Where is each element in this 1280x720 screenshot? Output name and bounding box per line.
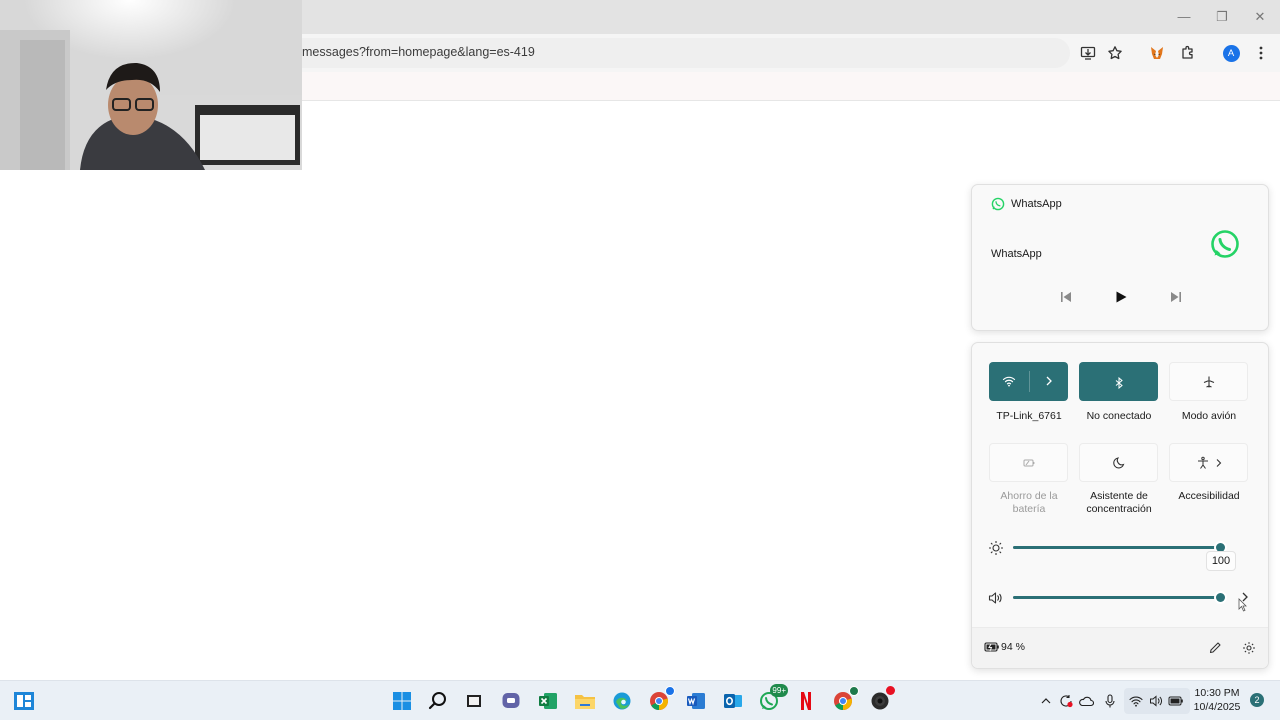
windows-start-icon[interactable]	[390, 689, 414, 713]
whatsapp-small-icon	[991, 197, 1005, 211]
chrome-green-profile-badge	[849, 686, 859, 696]
brightness-slider-fill	[1013, 546, 1220, 549]
chrome-icon[interactable]	[831, 686, 859, 713]
focus-assist-label-line2: concentración	[1086, 503, 1152, 515]
taskbar-clock[interactable]: 10:30 PM 10/4/2025	[1190, 686, 1244, 714]
profile-avatar-letter: A	[1222, 44, 1240, 62]
accessibility-chevron-right-icon[interactable]	[1212, 456, 1226, 470]
address-bar-url: messages?from=homepage&lang=es-419	[302, 45, 535, 59]
brightness-sun-icon	[988, 540, 1004, 556]
wifi-tile-divider	[1029, 371, 1030, 392]
word-icon[interactable]	[684, 689, 708, 713]
brightness-value-tooltip: 100	[1206, 551, 1236, 571]
wifi-chevron-right-icon[interactable]	[1042, 374, 1056, 388]
play-icon[interactable]	[1113, 289, 1129, 305]
tray-wifi-icon	[1128, 693, 1144, 709]
microphone-icon[interactable]	[1102, 693, 1118, 709]
whatsapp-unread-badge: 99+	[770, 684, 788, 697]
bluetooth-tile-label: No conectado	[1086, 410, 1152, 422]
wifi-tile[interactable]	[989, 362, 1068, 401]
profile-avatar[interactable]: A	[1222, 44, 1240, 62]
airplane-icon	[1202, 375, 1216, 389]
media-app-name: WhatsApp	[1011, 198, 1062, 210]
edit-pencil-icon[interactable]	[1208, 641, 1222, 655]
whatsapp-logo-icon	[1209, 229, 1241, 261]
extensions-puzzle-icon[interactable]	[1179, 44, 1197, 62]
battery-saver-label-line2: batería	[1012, 503, 1046, 515]
webcam-overlay	[0, 0, 302, 170]
mouse-cursor	[1238, 598, 1248, 612]
battery-percentage: 94 %	[1001, 641, 1025, 653]
brightness-slider[interactable]	[1013, 543, 1225, 552]
volume-slider[interactable]	[1013, 593, 1225, 602]
previous-track-icon[interactable]	[1058, 289, 1074, 305]
tray-battery-icon	[1168, 693, 1184, 709]
task-view-icon[interactable]	[462, 689, 486, 713]
minimize-button[interactable]: —	[1174, 8, 1194, 26]
taskbar: 99+	[0, 680, 1280, 720]
airplane-mode-tile[interactable]	[1169, 362, 1248, 401]
file-explorer-icon[interactable]	[573, 689, 597, 713]
chrome-profile-badge	[665, 686, 675, 696]
next-track-icon[interactable]	[1168, 289, 1184, 305]
battery-saver-tile[interactable]	[989, 443, 1068, 482]
bookmark-star-icon[interactable]	[1106, 44, 1124, 62]
quick-settings-footer: 94 %	[972, 627, 1268, 668]
edge-browser-icon[interactable]	[610, 689, 634, 713]
settings-gear-icon[interactable]	[1242, 641, 1256, 655]
wifi-tile-label: TP-Link_6761	[996, 410, 1062, 422]
bluetooth-tile[interactable]	[1079, 362, 1158, 401]
sync-error-icon[interactable]	[1058, 693, 1074, 709]
accessibility-icon	[1196, 456, 1210, 470]
restore-button[interactable]: ❐	[1212, 8, 1232, 26]
volume-slider-thumb[interactable]	[1216, 593, 1225, 602]
speaker-icon[interactable]	[987, 590, 1003, 606]
moon-icon	[1112, 456, 1126, 470]
install-app-icon[interactable]	[1079, 44, 1097, 62]
widgets-icon[interactable]	[12, 689, 36, 713]
notification-count-badge[interactable]: 2	[1250, 693, 1264, 707]
onedrive-cloud-icon[interactable]	[1078, 693, 1094, 709]
focus-assist-label-line1: Asistente de	[1090, 490, 1148, 502]
netflix-icon[interactable]	[794, 689, 818, 713]
battery-saver-label-line1: Ahorro de la	[1000, 490, 1058, 502]
recording-indicator	[886, 686, 895, 695]
metamask-extension-icon[interactable]	[1148, 44, 1166, 62]
chrome-profile-icon[interactable]	[647, 686, 675, 713]
whatsapp-taskbar-icon[interactable]: 99+	[757, 684, 788, 713]
focus-assist-tile-label: Asistente de concentración	[1069, 490, 1169, 516]
focus-assist-tile[interactable]	[1079, 443, 1158, 482]
accessibility-tile[interactable]	[1169, 443, 1248, 482]
bluetooth-icon	[1113, 376, 1125, 389]
quick-settings-panel: TP-Link_6761 No conectado Modo avión Aho…	[971, 342, 1269, 669]
browser-menu-icon[interactable]	[1252, 44, 1270, 62]
battery-saver-tile-label: Ahorro de la batería	[979, 490, 1079, 516]
media-flyout: WhatsApp WhatsApp	[971, 184, 1269, 331]
airplane-mode-tile-label: Modo avión	[1181, 410, 1237, 422]
battery-saver-icon	[1022, 456, 1036, 470]
recording-app-icon[interactable]	[868, 686, 895, 713]
teams-chat-icon[interactable]	[499, 689, 523, 713]
media-track-title: WhatsApp	[991, 248, 1042, 260]
tray-overflow-chevron-icon[interactable]	[1038, 693, 1054, 709]
accessibility-tile-label: Accesibilidad	[1178, 490, 1240, 502]
wifi-icon	[1002, 374, 1016, 388]
tray-volume-icon	[1148, 693, 1164, 709]
clock-time: 10:30 PM	[1194, 687, 1240, 699]
webcam-image	[0, 0, 302, 170]
battery-charging-icon	[984, 640, 1000, 654]
clock-date: 10/4/2025	[1193, 701, 1241, 713]
search-icon[interactable]	[426, 689, 450, 713]
excel-icon[interactable]	[536, 689, 560, 713]
outlook-icon[interactable]	[721, 689, 745, 713]
close-button[interactable]: ✕	[1250, 8, 1270, 26]
volume-slider-fill	[1013, 596, 1220, 599]
